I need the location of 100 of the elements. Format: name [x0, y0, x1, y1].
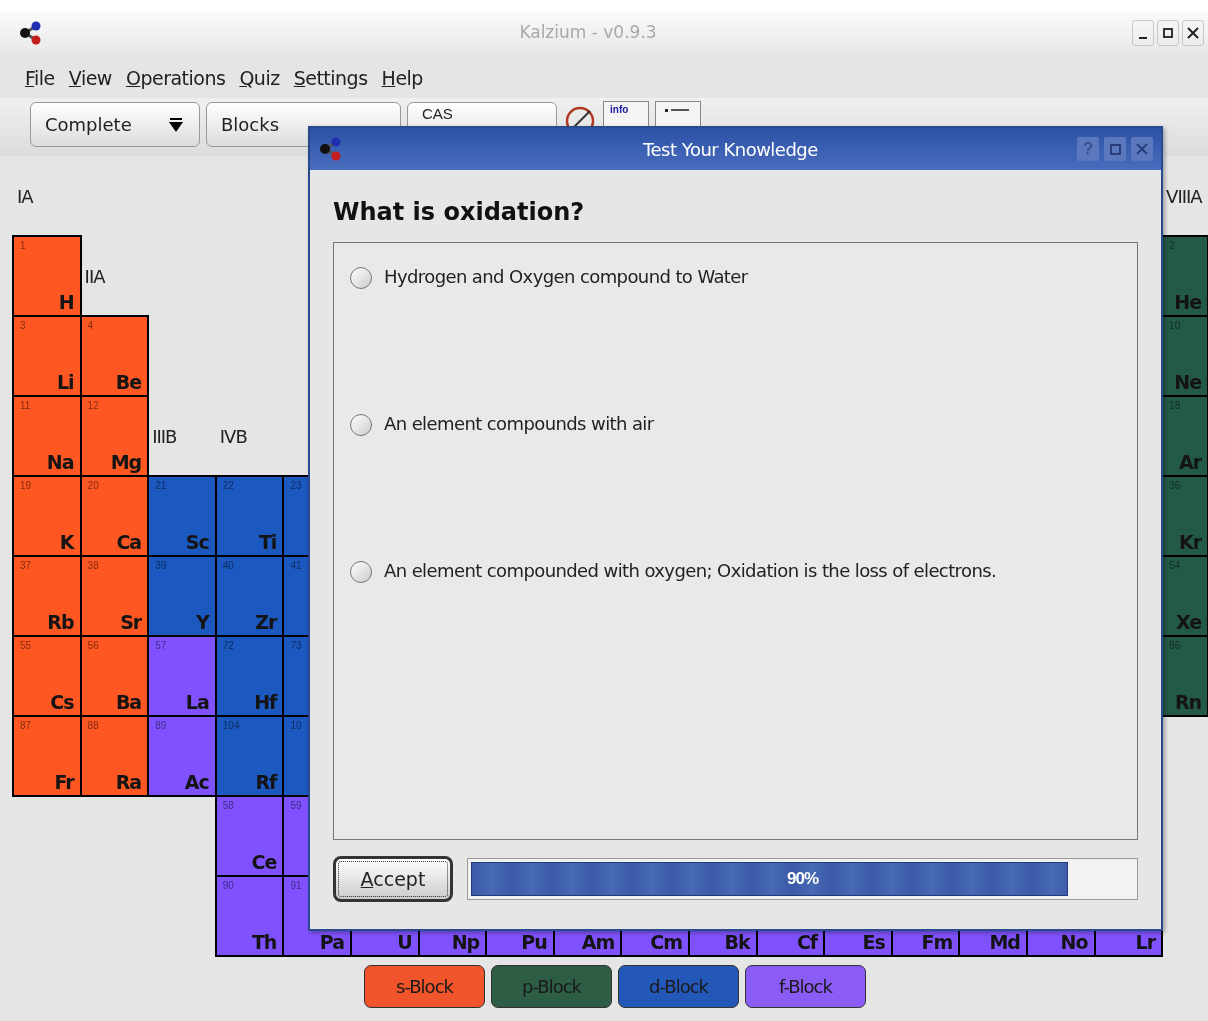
element-symbol: Zr — [255, 611, 277, 633]
element-symbol: Cm — [650, 931, 682, 953]
atomic-number: 56 — [87, 639, 100, 653]
element-cell[interactable]: 12 Mg — [79, 395, 150, 477]
element-cell[interactable]: 58 Ce — [214, 795, 285, 877]
element-symbol: Hf — [254, 691, 277, 713]
atomic-number: 89 — [155, 719, 168, 733]
atomic-number: 39 — [155, 559, 168, 573]
element-symbol: Ba — [115, 691, 142, 713]
question-text: What is oxidation? — [333, 197, 586, 228]
element-cell[interactable]: 90 Th — [214, 875, 285, 957]
list-icon — [665, 108, 691, 114]
element-symbol: Ra — [115, 771, 142, 793]
close-button[interactable] — [1182, 20, 1204, 46]
element-cell[interactable]: 11 Na — [12, 395, 82, 477]
element-symbol: Ar — [1179, 451, 1202, 473]
element-symbol: Li — [56, 371, 74, 393]
element-symbol: Ca — [116, 531, 142, 553]
atomic-number: 4 — [87, 319, 95, 333]
atomic-number: 55 — [20, 639, 33, 653]
accept-button[interactable]: Accept — [333, 856, 453, 902]
element-symbol: Ne — [1174, 371, 1202, 393]
atomic-number: 72 — [222, 639, 235, 653]
scheme-combo[interactable]: Complete — [30, 102, 200, 147]
element-symbol: No — [1060, 931, 1088, 953]
element-symbol: Lr — [1135, 931, 1156, 953]
atomic-number: 40 — [222, 559, 235, 573]
element-cell[interactable]: 87 Fr — [12, 715, 82, 797]
atomic-number: 57 — [155, 639, 168, 653]
element-cell[interactable]: 19 K — [12, 475, 82, 557]
minimize-button[interactable] — [1132, 20, 1154, 46]
group-label: IA — [16, 184, 33, 209]
menu-item[interactable]: Operations — [125, 63, 226, 93]
progress-reading: 90% — [786, 868, 820, 891]
menu-item[interactable]: Settings — [293, 63, 368, 93]
menu-item[interactable]: Help — [381, 63, 423, 93]
element-cell[interactable]: 3 Li — [12, 315, 82, 397]
group-label: VIIIA — [1165, 184, 1202, 209]
group-label: IIA — [83, 264, 105, 289]
element-symbol: Fm — [921, 931, 953, 953]
element-cell[interactable]: 37 Rb — [12, 555, 82, 637]
atomic-number: 12 — [87, 399, 100, 413]
menu-item[interactable]: View — [68, 63, 112, 93]
element-cell[interactable]: 20 Ca — [79, 475, 150, 557]
element-cell[interactable]: 1 H — [12, 235, 82, 317]
element-cell[interactable]: 56 Ba — [79, 635, 150, 717]
block-legend-button[interactable]: s-Block — [364, 965, 485, 1008]
element-symbol: Ti — [258, 531, 277, 553]
element-symbol: Ac — [184, 771, 209, 793]
element-symbol: Ce — [251, 851, 277, 873]
atomic-number: 73 — [290, 639, 303, 653]
block-legend-button[interactable]: f-Block — [745, 965, 866, 1008]
menu-item[interactable]: File — [25, 63, 55, 93]
element-cell[interactable]: 55 Cs — [12, 635, 82, 717]
element-symbol: He — [1174, 291, 1202, 313]
atomic-number: 22 — [222, 479, 235, 493]
element-cell[interactable]: 89 Ac — [147, 715, 217, 797]
radio-button[interactable] — [350, 561, 372, 583]
element-symbol: Th — [251, 931, 277, 953]
element-symbol: Mg — [110, 451, 142, 473]
window-title: Kalzium - v0.9.3 — [518, 21, 658, 45]
radio-button[interactable] — [350, 414, 372, 436]
radio-button[interactable] — [350, 267, 372, 289]
atomic-number: 91 — [290, 879, 303, 893]
atomic-number: 21 — [155, 479, 168, 493]
element-symbol: Sr — [120, 611, 142, 633]
atomic-number: 10 — [290, 719, 303, 733]
atomic-number: 58 — [222, 799, 235, 813]
element-symbol: Cf — [796, 931, 818, 953]
maximize-button[interactable] — [1157, 20, 1179, 46]
group-label: IIIB — [151, 424, 177, 449]
close-icon — [1187, 27, 1199, 39]
answer-option[interactable]: Hydrogen and Oxygen compound to Water — [350, 263, 1137, 290]
atomic-number: 41 — [290, 559, 303, 573]
element-symbol: Np — [451, 931, 480, 953]
element-cell[interactable]: 4 Be — [79, 315, 150, 397]
element-symbol: Y — [196, 611, 209, 633]
element-cell[interactable]: 88 Ra — [79, 715, 150, 797]
answer-option[interactable]: An element compounds with air — [350, 410, 1137, 437]
element-symbol: Md — [989, 931, 1020, 953]
element-cell[interactable]: 38 Sr — [79, 555, 150, 637]
element-symbol: Pa — [319, 931, 344, 953]
element-symbol: Na — [46, 451, 74, 473]
element-symbol: Rf — [255, 771, 277, 793]
dialog-title: Test Your Knowledge — [642, 137, 819, 162]
element-symbol: Es — [862, 931, 885, 953]
atomic-number: 20 — [87, 479, 100, 493]
element-cell[interactable]: 57 La — [147, 635, 217, 717]
atomic-number: 87 — [20, 719, 33, 733]
atomic-number: 23 — [290, 479, 303, 493]
element-symbol: Kr — [1179, 531, 1202, 553]
element-symbol: Cs — [50, 691, 74, 713]
answer-option[interactable]: An element compounded with oxygen; Oxidation is the loss of electrons. — [350, 557, 1137, 584]
element-symbol: Xe — [1176, 611, 1202, 633]
element-symbol: K — [59, 531, 74, 553]
atomic-number: 88 — [87, 719, 100, 733]
menu-item[interactable]: Quiz — [239, 63, 280, 93]
element-symbol: U — [397, 931, 412, 953]
element-symbol: Rn — [1174, 691, 1202, 713]
element-symbol: Bk — [724, 931, 750, 953]
